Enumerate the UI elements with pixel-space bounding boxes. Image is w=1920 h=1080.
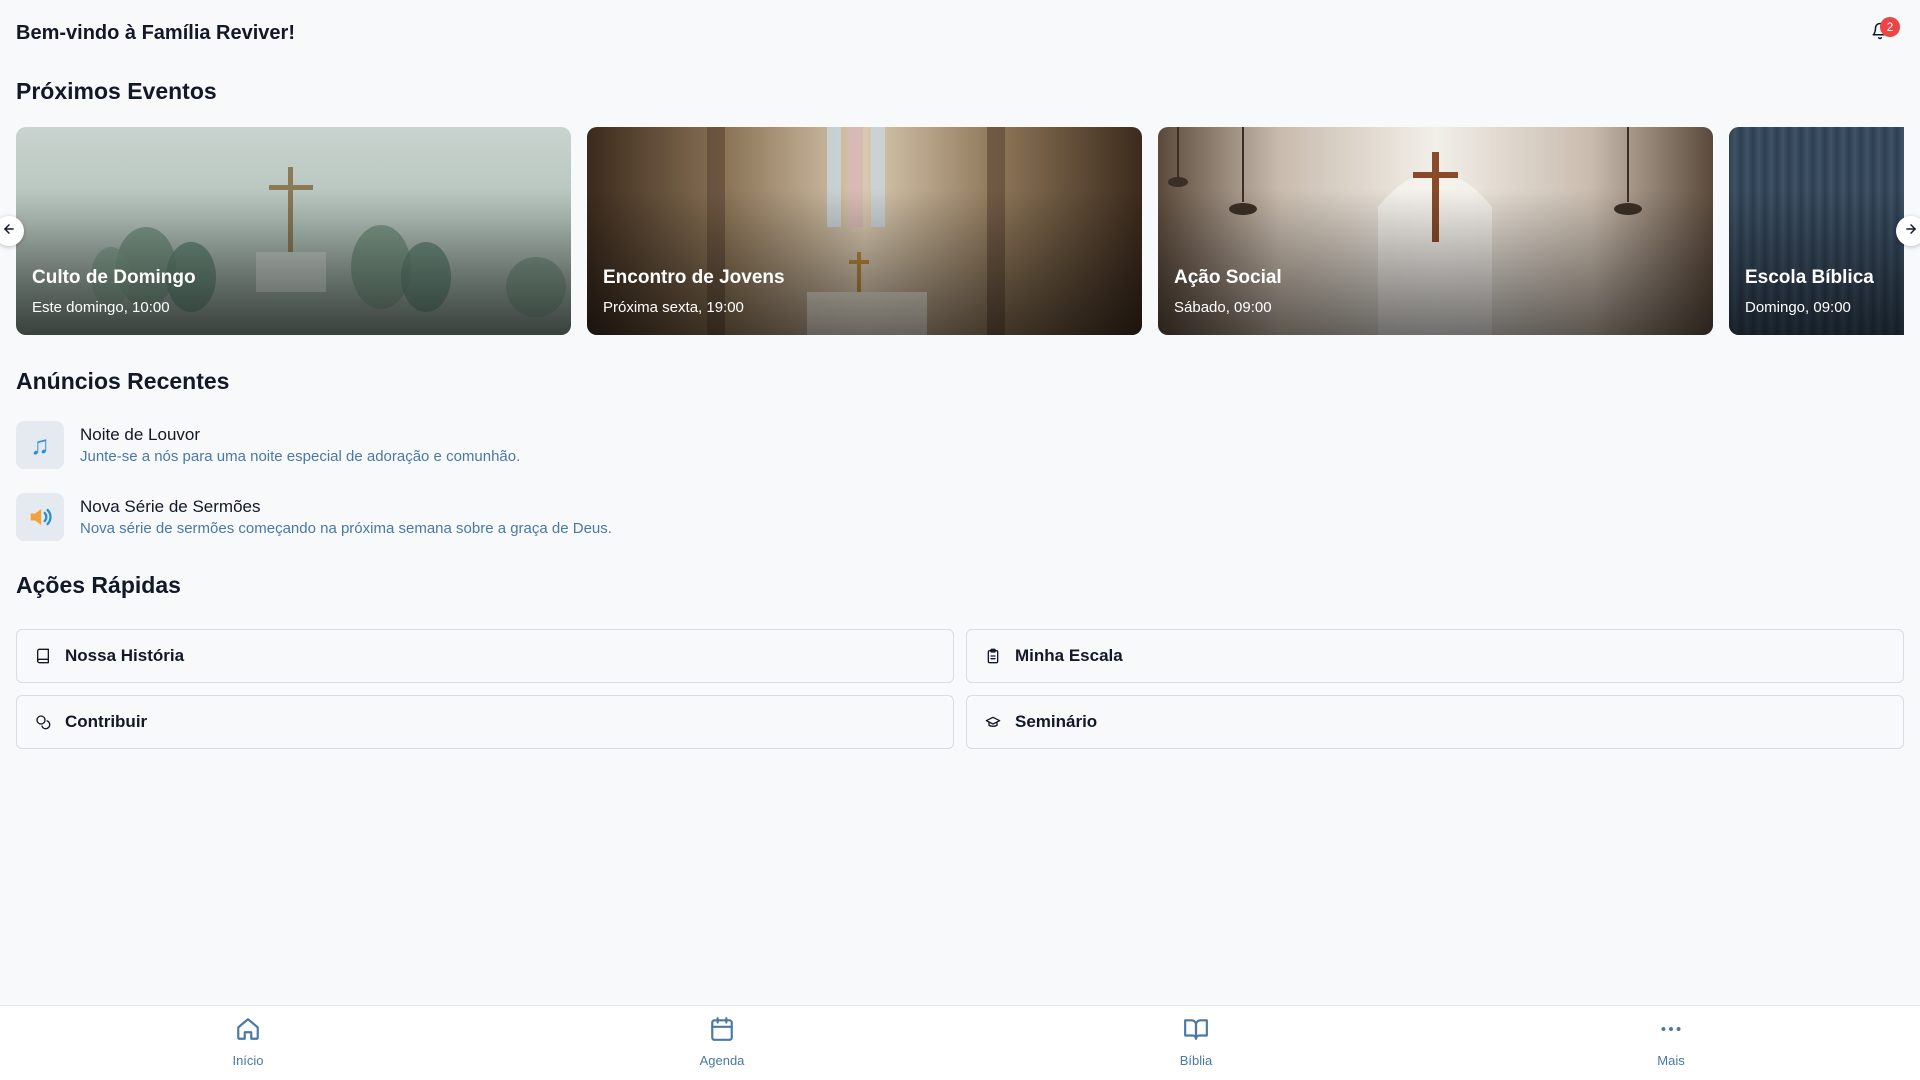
event-time: Domingo, 09:00 — [1745, 299, 1851, 316]
event-title: Ação Social — [1174, 267, 1282, 288]
music-notes-icon: ♫ — [16, 421, 64, 469]
event-card-escola-biblica[interactable]: Escola Bíblica Domingo, 09:00 — [1729, 127, 1904, 335]
book-icon — [33, 646, 53, 666]
bottom-nav: Início Agenda Bíblia Mais — [0, 1005, 1920, 1080]
event-card-acao-social[interactable]: Ação Social Sábado, 09:00 — [1158, 127, 1713, 335]
nav-label: Agenda — [699, 1053, 745, 1068]
nav-item-mais[interactable]: Mais — [1611, 1016, 1731, 1074]
announcement-title: Nova Série de Sermões — [80, 497, 261, 516]
event-title: Escola Bíblica — [1745, 267, 1874, 288]
clipboard-icon — [983, 646, 1003, 666]
carousel-next-button[interactable] — [1896, 216, 1920, 246]
speaker-icon — [16, 493, 64, 541]
quick-action-contribuir[interactable]: Contribuir — [16, 695, 954, 749]
announcement-item[interactable]: ♫ Noite de Louvor Junte-se a nós para um… — [16, 421, 816, 471]
quick-action-seminario[interactable]: Seminário — [966, 695, 1904, 749]
quick-actions-section-title: Ações Rápidas — [16, 572, 181, 598]
quick-action-nossa-historia[interactable]: Nossa História — [16, 629, 954, 683]
quick-action-label: Seminário — [1015, 712, 1098, 731]
announcement-item[interactable]: Nova Série de Sermões Nova série de serm… — [16, 493, 816, 543]
quick-action-label: Nossa História — [65, 646, 185, 665]
event-card-culto-domingo[interactable]: Culto de Domingo Este domingo, 10:00 — [16, 127, 571, 335]
event-title: Encontro de Jovens — [603, 267, 785, 288]
announcements-section-title: Anúncios Recentes — [16, 368, 230, 394]
coins-icon — [33, 712, 53, 732]
announcement-description: Nova série de sermões começando na próxi… — [80, 520, 612, 537]
open-book-icon — [1183, 1016, 1209, 1047]
nav-item-inicio[interactable]: Início — [188, 1016, 308, 1074]
arrow-right-icon — [1904, 222, 1918, 241]
announcement-description: Junte-se a nós para uma noite especial d… — [80, 448, 521, 465]
notifications-button[interactable]: 2 — [1860, 13, 1900, 53]
nav-item-agenda[interactable]: Agenda — [662, 1016, 782, 1074]
event-time: Próxima sexta, 19:00 — [603, 299, 744, 316]
top-bar: Bem-vindo à Família Reviver! 2 — [0, 0, 1920, 66]
home-icon — [235, 1016, 261, 1047]
events-carousel: Culto de Domingo Este domingo, 10:00 Enc… — [16, 127, 1904, 335]
graduation-cap-icon — [983, 712, 1003, 732]
nav-item-biblia[interactable]: Bíblia — [1136, 1016, 1256, 1074]
announcement-title: Noite de Louvor — [80, 425, 201, 444]
event-card-encontro-jovens[interactable]: Encontro de Jovens Próxima sexta, 19:00 — [587, 127, 1142, 335]
nav-label: Bíblia — [1179, 1053, 1213, 1068]
arrow-left-icon — [2, 222, 16, 241]
event-time: Este domingo, 10:00 — [32, 299, 170, 316]
quick-action-label: Minha Escala — [1015, 646, 1123, 665]
page-title: Bem-vindo à Família Reviver! — [16, 21, 295, 44]
notification-badge: 2 — [1880, 17, 1900, 37]
calendar-icon — [709, 1016, 735, 1047]
nav-label: Início — [232, 1053, 264, 1068]
events-section-title: Próximos Eventos — [16, 78, 217, 104]
event-time: Sábado, 09:00 — [1174, 299, 1272, 316]
quick-action-minha-escala[interactable]: Minha Escala — [966, 629, 1904, 683]
event-title: Culto de Domingo — [32, 267, 196, 288]
nav-label: Mais — [1657, 1053, 1685, 1068]
more-icon — [1658, 1016, 1684, 1047]
quick-action-label: Contribuir — [65, 712, 148, 731]
